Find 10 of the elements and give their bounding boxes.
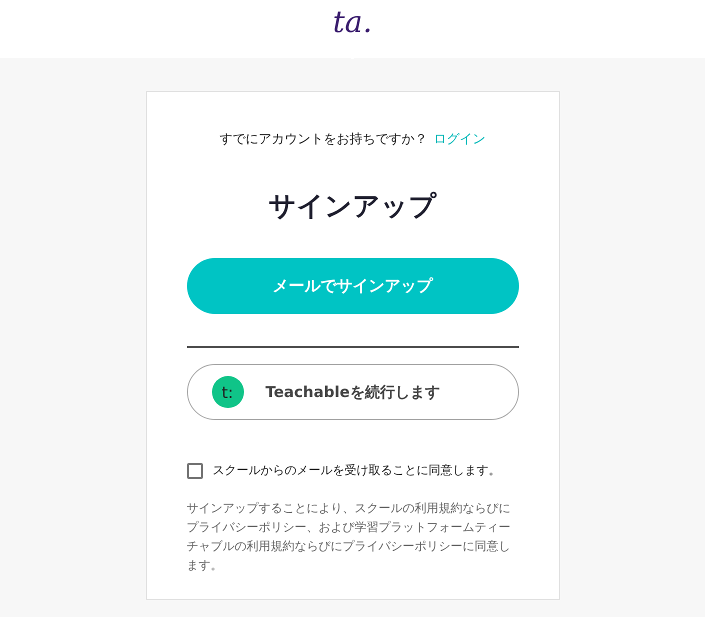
legal-text: サインアップすることにより、スクールの利用規約ならびにプライバシーポリシー、および学習プラットフォームティーチャブルの利用規約ならびにプライバシーポリシーに同意します。 [186, 500, 512, 574]
consent-checkbox[interactable] [186, 462, 202, 478]
login-prompt: すでにアカウントをお持ちですか？ [220, 131, 428, 148]
login-link[interactable]: ログイン [434, 130, 486, 148]
consent-label: スクールからのメールを受け取ることに同意します。 [212, 462, 500, 479]
logo: ta. [322, 0, 382, 59]
teachable-button[interactable]: t: Teachableを続行します [186, 364, 518, 420]
email-signup-button[interactable]: メールでサインアップ [186, 258, 518, 314]
teachable-logo-icon: t: [212, 376, 244, 408]
page-heading: サインアップ [268, 190, 438, 224]
